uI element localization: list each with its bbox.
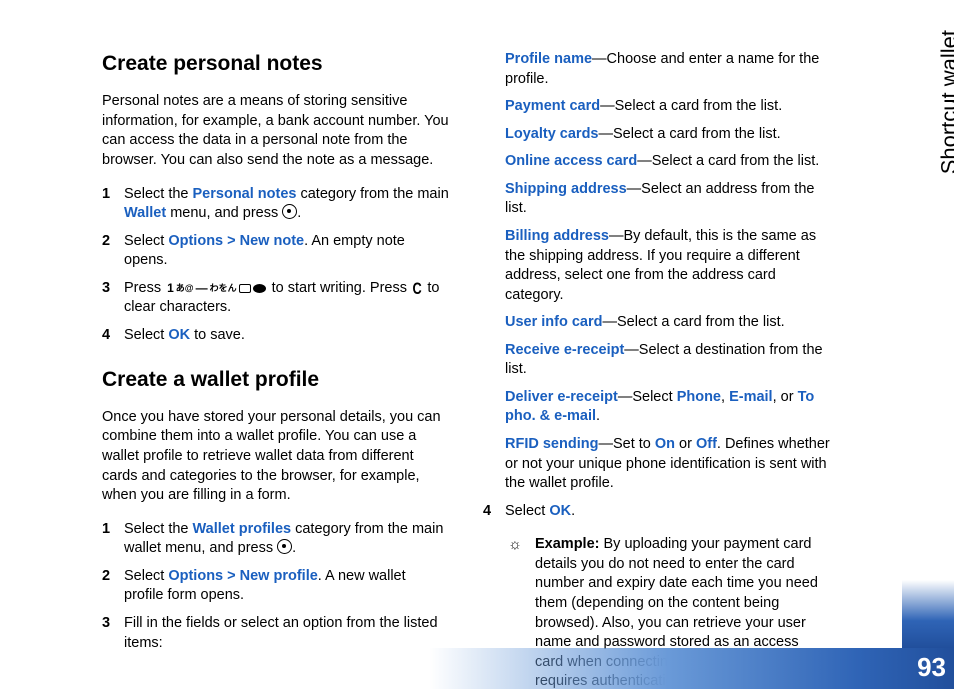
intro-wallet-profile: Once you have stored your personal detai…	[102, 408, 449, 506]
field-shipping-address: Shipping address—Select an address from …	[505, 180, 830, 219]
link-options-new-profile: Options > New profile	[168, 568, 317, 584]
step-3: Press 1あ@—わをん to start writing. Press C …	[102, 279, 449, 318]
select-key-icon	[282, 204, 297, 219]
footer-decoration	[0, 648, 954, 689]
link-ok: OK	[549, 503, 571, 519]
field-loyalty-cards: Loyalty cards—Select a card from the lis…	[505, 125, 830, 145]
page-number: 93	[917, 650, 946, 685]
side-decoration	[902, 580, 954, 648]
field-receive-ereceipt: Receive e-receipt—Select a destination f…	[505, 341, 830, 380]
step-1: Select the Personal notes category from …	[102, 185, 449, 224]
numeric-keys-icon: 1あ@—わをん	[165, 282, 267, 294]
step-4: Select OK to save.	[102, 326, 449, 346]
field-billing-address: Billing address—By default, this is the …	[505, 227, 830, 305]
select-key-icon	[277, 539, 292, 554]
steps-wallet-profile-continued: Select OK.	[483, 502, 830, 522]
field-rfid-sending: RFID sending—Set to On or Off. Defines w…	[505, 435, 830, 494]
profile-fields-list: Profile name—Choose and enter a name for…	[483, 50, 830, 494]
profile-step-2: Select Options > New profile. A new wall…	[102, 567, 449, 606]
profile-step-4: Select OK.	[483, 502, 830, 522]
tip-label: Example:	[535, 536, 599, 552]
steps-personal-notes: Select the Personal notes category from …	[102, 185, 449, 346]
link-personal-notes: Personal notes	[193, 186, 297, 202]
step-2: Select Options > New note. An empty note…	[102, 232, 449, 271]
profile-step-1: Select the Wallet profiles category from…	[102, 520, 449, 559]
section-tab: Shortcut wallet	[934, 30, 954, 174]
intro-personal-notes: Personal notes are a means of storing se…	[102, 92, 449, 170]
link-options-new-note: Options > New note	[168, 233, 304, 249]
field-user-info-card: User info card—Select a card from the li…	[505, 313, 830, 333]
page-body: Create personal notes Personal notes are…	[0, 0, 870, 689]
left-column: Create personal notes Personal notes are…	[102, 50, 449, 689]
field-online-access-card: Online access card—Select a card from th…	[505, 152, 830, 172]
link-wallet: Wallet	[124, 205, 166, 221]
field-payment-card: Payment card—Select a card from the list…	[505, 97, 830, 117]
field-deliver-ereceipt: Deliver e-receipt—Select Phone, E-mail, …	[505, 388, 830, 427]
heading-create-wallet-profile: Create a wallet profile	[102, 366, 449, 394]
link-ok: OK	[168, 327, 190, 343]
field-profile-name: Profile name—Choose and enter a name for…	[505, 50, 830, 89]
clear-key-icon: C	[413, 284, 422, 294]
steps-wallet-profile: Select the Wallet profiles category from…	[102, 520, 449, 653]
right-column: Profile name—Choose and enter a name for…	[483, 50, 830, 689]
link-wallet-profiles: Wallet profiles	[193, 521, 292, 537]
heading-create-personal-notes: Create personal notes	[102, 50, 449, 78]
